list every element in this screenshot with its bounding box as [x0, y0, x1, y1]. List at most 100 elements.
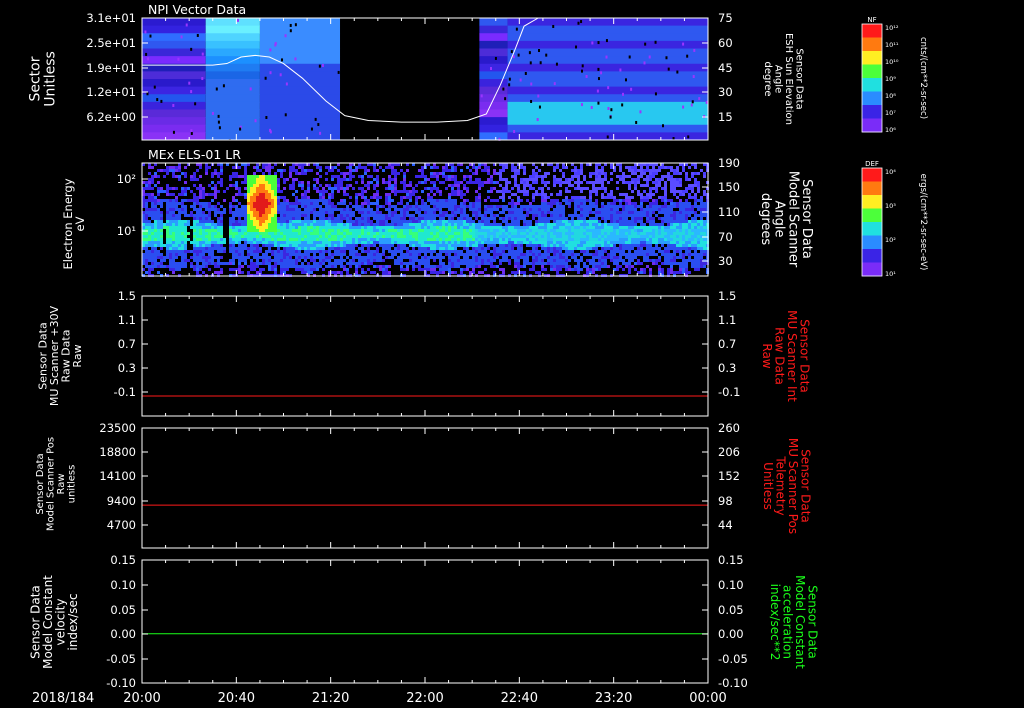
els-pixel: [385, 238, 388, 241]
els-pixel: [502, 247, 505, 250]
els-pixel: [397, 217, 400, 220]
els-pixel: [442, 247, 445, 250]
els-pixel: [361, 178, 364, 181]
els-pixel: [430, 223, 433, 226]
els-pixel: [169, 268, 172, 271]
els-pixel: [586, 250, 589, 253]
els-pixel: [415, 259, 418, 262]
els-pixel: [211, 247, 214, 250]
els-pixel: [502, 250, 505, 253]
els-pixel: [304, 202, 307, 205]
els-pixel: [427, 244, 430, 247]
els-pixel: [238, 250, 241, 253]
els-pixel: [418, 205, 421, 208]
els-pixel: [610, 220, 613, 223]
els-pixel: [466, 199, 469, 202]
els-pixel: [400, 244, 403, 247]
els-pixel: [373, 214, 376, 217]
els-pixel: [262, 175, 265, 178]
els-pixel: [232, 211, 235, 214]
els-pixel: [631, 256, 634, 259]
els-pixel: [172, 226, 175, 229]
els-pixel: [499, 244, 502, 247]
els-pixel: [190, 238, 193, 241]
els-pixel: [547, 220, 550, 223]
els-pixel: [382, 205, 385, 208]
els-pixel: [364, 172, 367, 175]
els-pixel: [175, 187, 178, 190]
els-pixel: [511, 202, 514, 205]
els-pixel: [652, 202, 655, 205]
els-pixel: [208, 220, 211, 223]
els-pixel: [469, 229, 472, 232]
els-pixel: [640, 166, 643, 169]
els-pixel: [418, 169, 421, 172]
els-pixel: [424, 223, 427, 226]
els-pixel: [544, 199, 547, 202]
els-pixel: [178, 202, 181, 205]
els-pixel: [292, 181, 295, 184]
els-pixel: [415, 235, 418, 238]
els-pixel: [559, 265, 562, 268]
els-pixel: [367, 226, 370, 229]
els-pixel: [346, 208, 349, 211]
els-pixel: [217, 250, 220, 253]
els-pixel: [394, 208, 397, 211]
els-pixel: [301, 256, 304, 259]
els-pixel: [460, 190, 463, 193]
els-pixel: [637, 178, 640, 181]
els-pixel: [253, 250, 256, 253]
els-pixel: [370, 259, 373, 262]
els-pixel: [163, 223, 166, 226]
els-pixel: [280, 229, 283, 232]
els-pixel: [241, 250, 244, 253]
els-pixel: [580, 250, 583, 253]
els-pixel: [472, 214, 475, 217]
els-pixel: [301, 265, 304, 268]
els-pixel: [625, 256, 628, 259]
els-pixel: [406, 250, 409, 253]
els-pixel: [511, 199, 514, 202]
els-pixel: [322, 232, 325, 235]
els-pixel: [259, 256, 262, 259]
els-pixel: [604, 250, 607, 253]
els-pixel: [595, 232, 598, 235]
els-pixel: [538, 217, 541, 220]
els-pixel: [148, 166, 151, 169]
els-pixel: [307, 199, 310, 202]
els-pixel: [358, 259, 361, 262]
els-pixel: [157, 214, 160, 217]
els-pixel: [388, 181, 391, 184]
els-pixel: [523, 232, 526, 235]
els-pixel: [580, 190, 583, 193]
els-pixel: [337, 175, 340, 178]
els-pixel: [439, 247, 442, 250]
els-pixel: [214, 187, 217, 190]
npi-speckle: [628, 55, 631, 59]
els-pixel: [505, 217, 508, 220]
npi-speckle: [190, 131, 193, 135]
els-pixel: [658, 169, 661, 172]
els-pixel: [421, 247, 424, 250]
els-pixel: [622, 211, 625, 214]
els-pixel: [550, 241, 553, 244]
els-pixel: [475, 223, 478, 226]
els-pixel: [466, 250, 469, 253]
els-pixel: [247, 187, 250, 190]
els-pixel: [325, 265, 328, 268]
els-pixel: [412, 256, 415, 259]
els-pixel: [625, 205, 628, 208]
els-pixel: [556, 235, 559, 238]
els-pixel: [193, 259, 196, 262]
els-pixel: [274, 214, 277, 217]
els-pixel: [181, 253, 184, 256]
els-pixel: [226, 187, 229, 190]
els-pixel: [622, 232, 625, 235]
els-pixel: [502, 268, 505, 271]
els-pixel: [151, 217, 154, 220]
els-pixel: [631, 235, 634, 238]
els-pixel: [220, 181, 223, 184]
els-pixel: [211, 253, 214, 256]
els-pixel: [250, 211, 253, 214]
els-pixel: [610, 235, 613, 238]
